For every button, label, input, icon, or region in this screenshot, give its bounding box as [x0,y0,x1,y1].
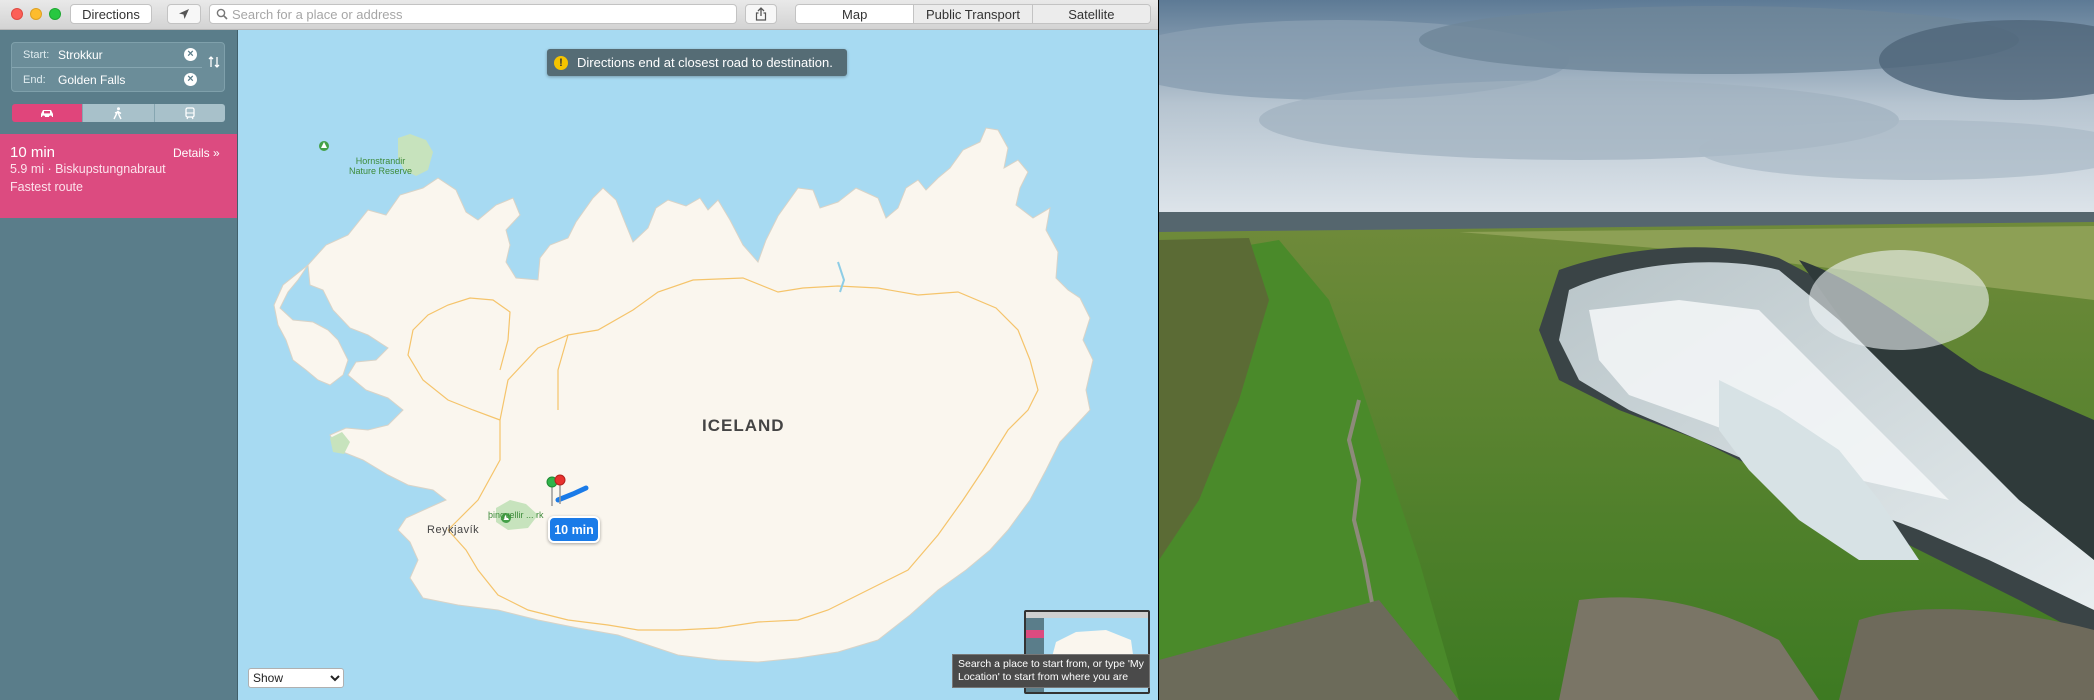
tab-public-transport[interactable]: Public Transport [914,5,1033,23]
transit-mode-button[interactable] [154,104,225,122]
start-label: Start: [23,49,50,61]
maximize-window-button[interactable] [49,8,61,20]
waterfall-photo [1159,0,2094,700]
walk-mode-button[interactable] [83,104,155,122]
end-label: End: [23,74,46,86]
drive-mode-button[interactable] [12,104,84,122]
minimize-window-button[interactable] [30,8,42,20]
clear-end-icon[interactable]: × [184,73,197,86]
map-view[interactable]: ! Directions end at closest road to dest… [238,30,1158,700]
share-button[interactable] [745,4,777,24]
close-window-button[interactable] [11,8,23,20]
route-note: Fastest route [10,180,83,194]
iceland-map[interactable] [238,30,1158,700]
iceland-landmass [307,127,1094,663]
directions-button[interactable]: Directions [70,4,152,24]
start-location-tooltip: Search a place to start from, or type 'M… [952,654,1150,688]
route-details-link[interactable]: Details » [173,146,220,160]
waterfall-image [1159,0,2094,700]
park-label[interactable]: Hornstrandir Nature Reserve [349,156,412,176]
swap-icon [208,56,220,68]
start-field[interactable]: Start: Strokkur × [12,43,202,68]
tab-satellite[interactable]: Satellite [1032,5,1150,23]
current-location-button[interactable] [167,4,201,24]
swap-route-button[interactable] [208,55,220,72]
transport-mode-control [12,104,225,122]
start-value[interactable]: Strokkur [58,48,103,62]
show-menu[interactable]: Show [248,668,344,688]
thingvellir-label[interactable]: þingvellir ... rk [488,510,544,520]
end-value[interactable]: Golden Falls [58,73,125,87]
route-fields: Start: Strokkur × End: Golden Falls × [11,42,225,92]
route-time: 10 min [10,144,56,161]
notice-text: Directions end at closest road to destin… [577,55,833,70]
toolbar: Directions Map Public Transport Satellit… [0,0,1158,30]
search-field[interactable] [209,4,737,24]
location-arrow-icon [179,9,189,19]
city-label[interactable]: Reykjavík [427,524,479,536]
directions-notice-banner: ! Directions end at closest road to dest… [547,49,847,76]
route-detail: 5.9 mi · Biskupstungnabraut [10,162,166,176]
transit-icon [185,106,195,119]
view-mode-control: Map Public Transport Satellite [795,4,1151,24]
tab-map[interactable]: Map [796,5,915,23]
search-icon [216,8,228,20]
search-input[interactable] [232,5,732,23]
maps-window: Directions Map Public Transport Satellit… [0,0,1158,700]
walking-icon [113,106,123,119]
park-label-line1: Hornstrandir [355,156,406,166]
share-icon [755,7,767,21]
end-field[interactable]: End: Golden Falls × [12,68,202,92]
country-label: ICELAND [702,416,785,435]
directions-sidebar: Start: Strokkur × End: Golden Falls × 10… [0,30,238,700]
car-icon [41,109,54,118]
warning-icon: ! [554,55,568,70]
route-option-card[interactable]: 10 min 5.9 mi · Biskupstungnabraut Faste… [0,134,237,218]
park-label-line2: Nature Reserve [349,166,413,176]
route-time-bubble[interactable]: 10 min [548,516,600,543]
clear-start-icon[interactable]: × [184,48,197,61]
